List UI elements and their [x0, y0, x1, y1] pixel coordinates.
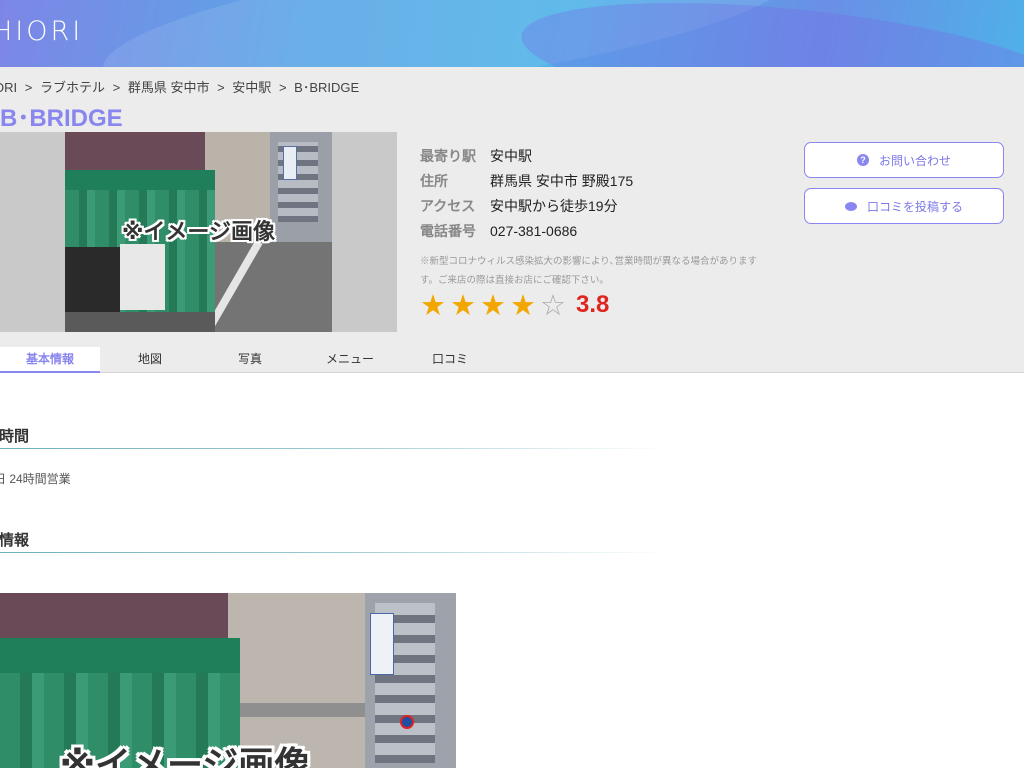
- section-title-hours: 業時間: [0, 428, 30, 445]
- detail-label: 住所: [420, 172, 448, 189]
- photo-wall: [0, 593, 240, 638]
- star-icon: ★: [420, 288, 446, 322]
- photo-awning: [65, 170, 215, 192]
- star-icon: ★: [450, 288, 476, 322]
- breadcrumb-item[interactable]: ORI: [0, 80, 17, 95]
- inquiry-button-label: お問い合わせ: [878, 153, 951, 168]
- detail-value: 群馬県 安中市 野殿175: [490, 172, 634, 189]
- detail-label: 電話番号: [420, 222, 476, 239]
- tab-photos[interactable]: 写真: [200, 347, 300, 373]
- hotel-details: 最寄り駅 安中駅 住所 群馬県 安中市 野殿175 アクセス 安中駅から徒歩19…: [420, 143, 633, 243]
- star-icon: ★: [510, 288, 536, 322]
- star-icon: ☆: [540, 288, 566, 322]
- header-wave-decoration: [515, 0, 1024, 67]
- section-title-basic-info: 本情報: [0, 532, 30, 549]
- photo-road-sign: [400, 715, 414, 729]
- image-placeholder-label: ※イメージ画像: [60, 745, 311, 768]
- rating-value: 3.8: [576, 291, 610, 318]
- inquiry-button[interactable]: ? お問い合わせ: [804, 142, 1004, 178]
- rating: ★ ★ ★ ★ ☆ 3.8: [418, 290, 609, 320]
- hotel-photo-frame: ※イメージ画像: [0, 132, 397, 332]
- detail-label: アクセス: [420, 197, 476, 214]
- business-hours: 日 24時間営業: [0, 472, 71, 486]
- tab-reviews[interactable]: 口コミ: [400, 347, 500, 373]
- photo-road: [215, 242, 332, 332]
- detail-row-station: 最寄り駅 安中駅: [420, 143, 633, 168]
- tab-map[interactable]: 地図: [100, 347, 200, 373]
- detail-value: 安中駅から徒歩19分: [490, 197, 618, 214]
- tab-basic-info[interactable]: 基本情報: [0, 347, 100, 373]
- breadcrumb-item[interactable]: ラブホテル: [40, 80, 105, 95]
- breadcrumb-item[interactable]: 安中駅: [232, 80, 271, 95]
- star-icon: ★: [480, 288, 506, 322]
- site-header: HIORI: [0, 0, 1024, 67]
- breadcrumb-separator: >: [217, 80, 225, 95]
- section-divider: [0, 552, 670, 553]
- detail-row-access: アクセス 安中駅から徒歩19分: [420, 193, 633, 218]
- tab-menu[interactable]: メニュー: [300, 347, 400, 373]
- post-review-button-label: 口コミを投稿する: [866, 199, 963, 214]
- detail-row-address: 住所 群馬県 安中市 野殿175: [420, 168, 633, 193]
- site-logo[interactable]: HIORI: [0, 16, 83, 47]
- breadcrumb-item-current: B･BRIDGE: [294, 80, 360, 95]
- photo-wall: [65, 132, 215, 172]
- photo-sign: [370, 613, 394, 675]
- breadcrumb: ORI > ラブホテル > 群馬県 安中市 > 安中駅 > B･BRIDGE: [0, 77, 363, 96]
- comments-icon: [844, 201, 857, 211]
- post-review-button[interactable]: 口コミを投稿する: [804, 188, 1004, 224]
- tab-bar: 基本情報 地図 写真 メニュー 口コミ: [0, 347, 500, 373]
- hotel-photo-large[interactable]: ※イメージ画像: [0, 593, 456, 768]
- photo-wall-band: [240, 703, 368, 717]
- detail-label: 最寄り駅: [420, 147, 476, 164]
- breadcrumb-separator: >: [24, 80, 33, 95]
- detail-value: 安中駅: [490, 147, 532, 164]
- photo-curtain-white: [120, 244, 165, 310]
- breadcrumb-item[interactable]: 群馬県 安中市: [128, 80, 210, 95]
- detail-row-phone: 電話番号 027-381-0686: [420, 218, 633, 243]
- section-divider: [0, 448, 670, 449]
- breadcrumb-separator: >: [112, 80, 121, 95]
- covid-notice: ※新型コロナウィルス感染拡大の影響により､営業時間が異なる場合がありますす。ご来…: [420, 256, 758, 286]
- question-circle-icon: ?: [856, 154, 869, 166]
- hotel-photo[interactable]: ※イメージ画像: [65, 132, 332, 332]
- image-placeholder-label: ※イメージ画像: [122, 220, 275, 245]
- photo-ground: [65, 312, 215, 332]
- breadcrumb-separator: >: [278, 80, 287, 95]
- phone-number[interactable]: 027-381-0686: [490, 223, 577, 239]
- photo-sign: [283, 146, 297, 180]
- hotel-title: B･BRIDGE: [0, 105, 123, 132]
- photo-awning: [0, 638, 240, 673]
